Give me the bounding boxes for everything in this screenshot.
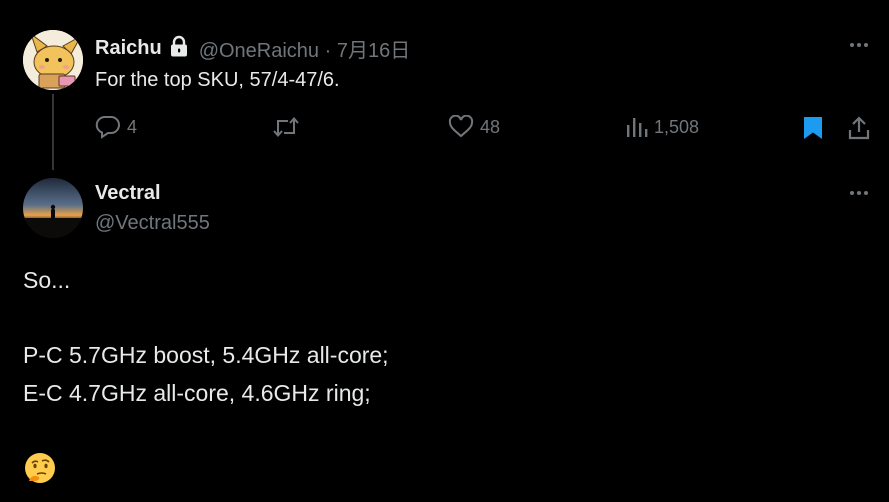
lock-icon <box>169 35 189 62</box>
reply-text-line: E-C 4.7GHz all-core, 4.6GHz ring; <box>23 380 371 406</box>
bar-chart-icon <box>624 115 648 139</box>
avatar-vectral[interactable] <box>23 178 83 238</box>
raichu-avatar-image <box>23 30 83 90</box>
reply-more-icon[interactable] <box>848 182 870 204</box>
heart-icon <box>448 115 474 139</box>
like-count: 48 <box>480 116 501 137</box>
reply-count: 4 <box>127 116 138 137</box>
reply-icon <box>95 115 121 139</box>
thread-connector-line <box>52 94 54 170</box>
views-button[interactable]: 1,508 <box>624 115 699 139</box>
share-button[interactable] <box>847 115 871 146</box>
bookmark-icon <box>802 117 824 145</box>
retweet-icon <box>272 115 300 139</box>
author-name[interactable]: Raichu <box>95 37 162 60</box>
share-icon <box>847 116 871 145</box>
reply-text-line: So... <box>23 267 71 293</box>
retweet-button[interactable] <box>272 115 306 139</box>
more-icon[interactable] <box>848 34 870 56</box>
vectral-avatar-image <box>23 178 83 238</box>
author-handle-and-date[interactable]: @OneRaichu · 7月16日 <box>199 34 411 63</box>
reply-author-handle[interactable]: @Vectral555 <box>95 212 210 235</box>
tweet-text: For the top SKU, 57/4-47/6. <box>95 69 340 91</box>
views-count: 1,508 <box>654 116 700 137</box>
thinking-face-emoji <box>23 451 57 485</box>
like-button[interactable]: 48 <box>448 115 500 139</box>
bookmark-button[interactable] <box>802 115 824 146</box>
reply-text-line: P-C 5.7GHz boost, 5.4GHz all-core; <box>23 342 389 368</box>
reply-author-name[interactable]: Vectral <box>95 182 161 205</box>
avatar-raichu[interactable] <box>23 30 83 90</box>
reply-button[interactable]: 4 <box>95 115 137 139</box>
